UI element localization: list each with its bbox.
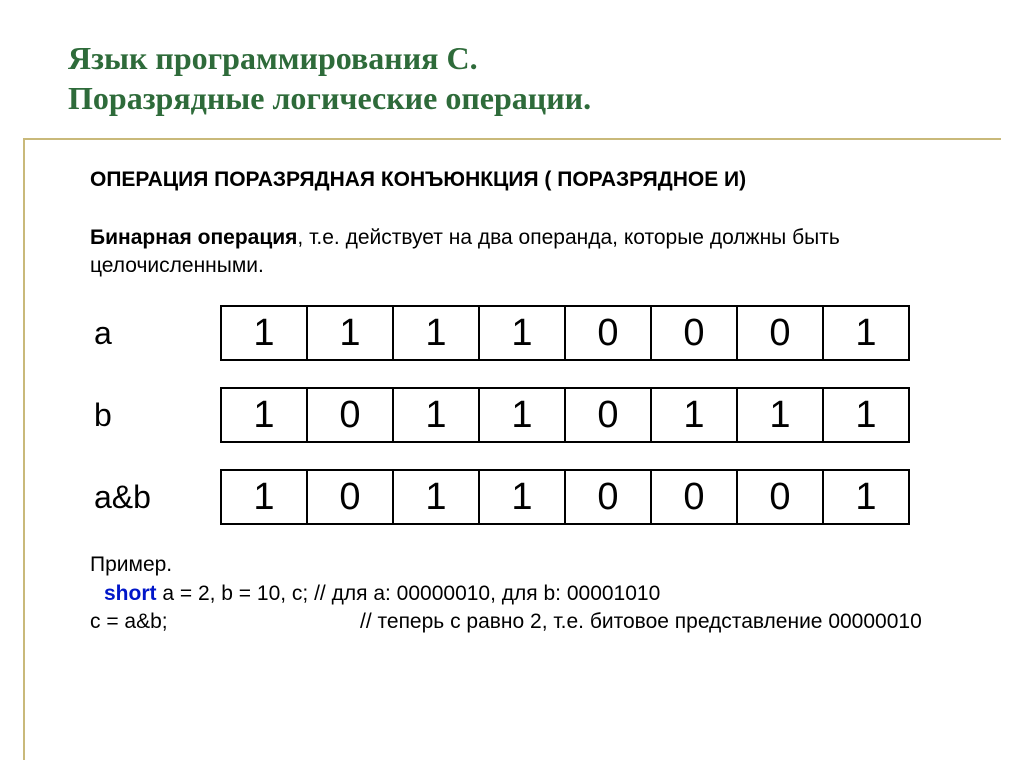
row-and: a&b 1 0 1 1 0 0 0 1	[90, 469, 970, 525]
bit-cell: 1	[823, 388, 909, 442]
bit-cell: 0	[307, 470, 393, 524]
bit-cell: 1	[823, 306, 909, 360]
bit-cell: 1	[307, 306, 393, 360]
bit-cell: 1	[479, 306, 565, 360]
bit-cell: 0	[737, 470, 823, 524]
bit-cell: 1	[393, 306, 479, 360]
example-block: Пример. short a = 2, b = 10, c; // для а…	[90, 551, 970, 636]
example-assign-rhs: // теперь с равно 2, т.е. битовое предст…	[360, 608, 922, 636]
bit-cell: 1	[479, 388, 565, 442]
bit-cell: 1	[393, 470, 479, 524]
bit-cell: 1	[651, 388, 737, 442]
content-area: ОПЕРАЦИЯ ПОРАЗРЯДНАЯ КОНЪЮНКЦИЯ ( ПОРАЗР…	[90, 168, 970, 636]
para-bold: Бинарная операция	[90, 226, 297, 249]
vertical-rule	[23, 140, 25, 760]
bit-cell: 1	[393, 388, 479, 442]
row-and-table: 1 0 1 1 0 0 0 1	[220, 469, 910, 525]
description-paragraph: Бинарная операция, т.е. действует на два…	[90, 224, 970, 279]
bit-cell: 0	[565, 388, 651, 442]
bit-cell: 0	[307, 388, 393, 442]
horizontal-rule	[23, 138, 1001, 140]
bit-cell: 0	[651, 470, 737, 524]
title-line-2: Поразрядные логические операции.	[68, 80, 591, 116]
example-title: Пример.	[90, 551, 970, 579]
row-b-table: 1 0 1 1 0 1 1 1	[220, 387, 910, 443]
slide: Язык программирования С. Поразрядные лог…	[0, 0, 1024, 768]
bit-cell: 0	[565, 306, 651, 360]
section-heading: ОПЕРАЦИЯ ПОРАЗРЯДНАЯ КОНЪЮНКЦИЯ ( ПОРАЗР…	[90, 168, 970, 192]
bit-cell: 1	[823, 470, 909, 524]
title-line-1: Язык программирования С.	[68, 40, 478, 76]
bit-cell: 0	[651, 306, 737, 360]
keyword-short: short	[104, 582, 157, 605]
bit-cell: 1	[221, 470, 307, 524]
row-and-label: a&b	[90, 479, 220, 516]
row-a-label: a	[90, 315, 220, 352]
row-a-table: 1 1 1 1 0 0 0 1	[220, 305, 910, 361]
bit-cell: 0	[737, 306, 823, 360]
bit-cell: 1	[737, 388, 823, 442]
page-title: Язык программирования С. Поразрядные лог…	[68, 38, 994, 118]
example-line-1: short a = 2, b = 10, c; // для а: 000000…	[90, 580, 970, 608]
row-b: b 1 0 1 1 0 1 1 1	[90, 387, 970, 443]
bit-rows: a 1 1 1 1 0 0 0 1 b 1 0 1 1	[90, 305, 970, 525]
example-assign-lhs: c = a&b;	[90, 608, 360, 636]
bit-cell: 0	[565, 470, 651, 524]
row-b-label: b	[90, 397, 220, 434]
bit-cell: 1	[221, 388, 307, 442]
bit-cell: 1	[221, 306, 307, 360]
title-block: Язык программирования С. Поразрядные лог…	[0, 0, 1024, 132]
row-a: a 1 1 1 1 0 0 0 1	[90, 305, 970, 361]
bit-cell: 1	[479, 470, 565, 524]
example-line-2: c = a&b; // теперь с равно 2, т.е. битов…	[90, 608, 970, 636]
example-decl: a = 2, b = 10, c; // для а: 00000010, дл…	[157, 582, 661, 605]
